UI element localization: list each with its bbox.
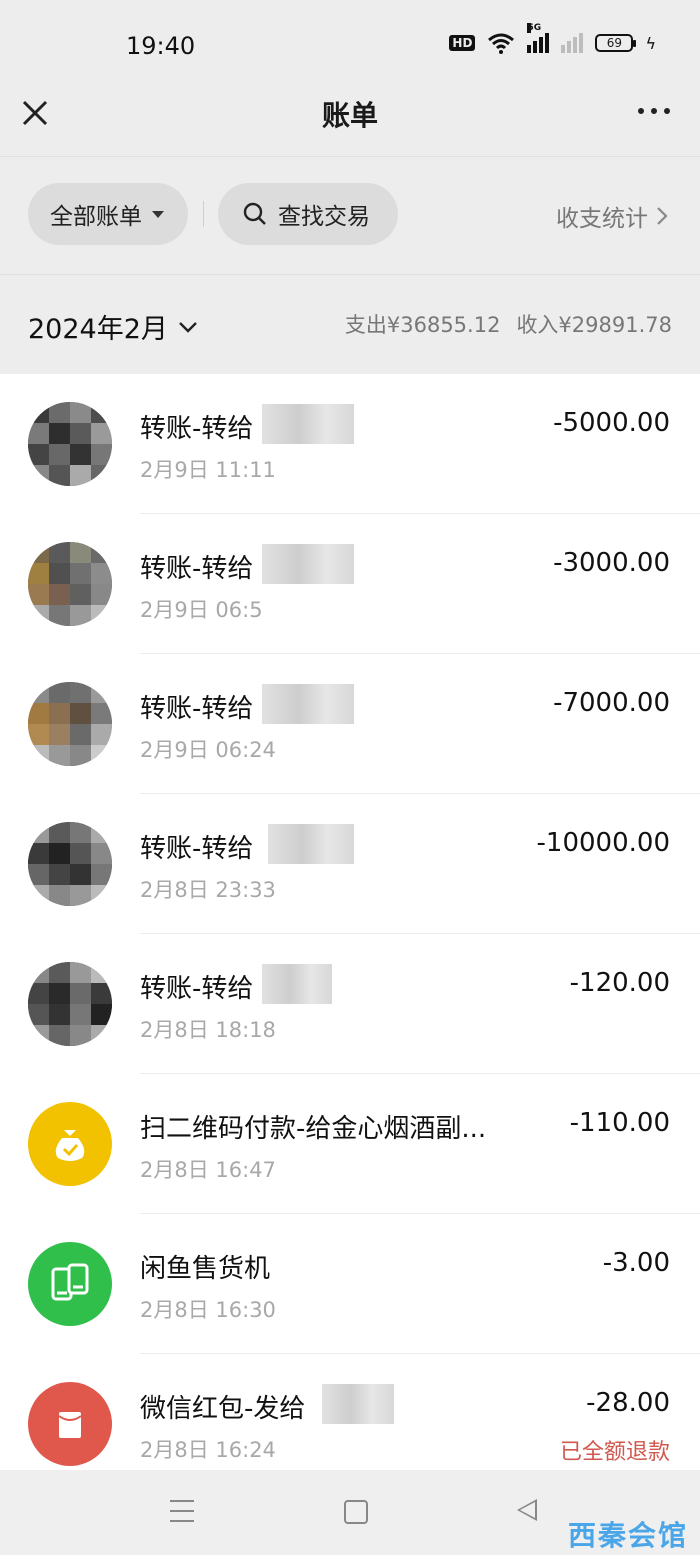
avatar [28,682,112,766]
home-icon[interactable] [344,1500,368,1524]
pixelated-avatar [28,682,112,766]
recent-apps-icon[interactable] [170,1500,194,1530]
transaction-amount: -5000.00 [553,408,670,438]
redacted-name [322,1384,394,1424]
redacted-name [262,684,354,724]
transaction-title: 转账-转给 [140,694,254,724]
transaction-title: 转账-转给 [140,414,254,444]
transaction-row[interactable]: 转账-转给 2月9日 11:11 -5000.00 [0,374,700,514]
transaction-title: 微信红包-发给 [140,1394,306,1424]
battery-level: 69 [606,36,623,50]
status-icons: HD 5G 69 ϟ [449,23,656,54]
avatar [28,542,112,626]
hd-voice-icon: HD [449,35,476,51]
wifi-icon [488,33,515,54]
transaction-date: 2月9日 06:24 [140,738,276,762]
status-time: 19:40 [126,32,196,60]
transaction-row[interactable]: 转账-转给 2月9日 06:5 -3000.00 [0,514,700,654]
month-selector[interactable]: 2024年2月 [28,307,198,346]
more-options-icon[interactable] [638,108,670,114]
search-icon [243,202,266,225]
title-bar: 账单 [0,88,700,154]
transaction-amount: -28.00 [586,1388,670,1418]
transaction-title: 扫二维码付款-给金心烟酒副... [140,1114,487,1144]
transaction-title: 闲鱼售货机 [140,1254,271,1284]
transaction-amount: -110.00 [569,1108,670,1138]
transaction-title: 转账-转给 [140,974,254,1004]
caret-down-icon [152,210,164,218]
transaction-date: 2月8日 18:18 [140,1018,276,1042]
filter-divider [203,201,204,227]
income-expense-stats-link[interactable]: 收支统计 [556,199,668,233]
income-total: 收入¥29891.78 [516,313,672,337]
transaction-date: 2月8日 23:33 [140,878,276,902]
transaction-title: 转账-转给 [140,554,254,584]
redacted-name [268,824,354,864]
redacted-name [262,964,332,1004]
transaction-row[interactable]: 闲鱼售货机 2月8日 16:30 -3.00 [0,1214,700,1354]
system-nav-bar: 西秦会馆 [0,1470,700,1555]
charging-bolt-icon: ϟ [645,33,656,53]
transaction-amount: -7000.00 [553,688,670,718]
transaction-row[interactable]: 转账-转给 2月8日 18:18 -120.00 [0,934,700,1074]
all-bills-filter-button[interactable]: 全部账单 [28,183,188,245]
chevron-right-icon [657,207,668,225]
redacted-name [262,544,354,584]
battery-icon: 69 [595,34,637,52]
all-bills-label: 全部账单 [50,204,142,230]
red-envelope-icon [28,1382,112,1466]
transaction-date: 2月9日 06:5 [140,598,263,622]
expense-total: 支出¥36855.12 [344,313,501,337]
transaction-date: 2月9日 11:11 [140,458,276,482]
vending-machine-glyph [51,1263,89,1301]
money-bag-icon [28,1102,112,1186]
redacted-name [262,404,354,444]
network-type-label: 5G [527,23,542,33]
transaction-list: 转账-转给 2月9日 11:11 -5000.00 转账-转给 2月9日 06:… [0,374,700,1470]
stats-label: 收支统计 [556,206,648,232]
transaction-date: 2月8日 16:30 [140,1298,276,1322]
transaction-amount: -3000.00 [553,548,670,578]
pixelated-avatar [28,822,112,906]
transaction-row[interactable]: 微信红包-发给 2月8日 16:24 -28.00 已全额退款 [0,1354,700,1470]
transaction-date: 2月8日 16:24 [140,1438,276,1462]
avatar [28,402,112,486]
search-label: 查找交易 [278,204,370,230]
avatar [28,962,112,1046]
transaction-row[interactable]: 转账-转给 2月9日 06:24 -7000.00 [0,654,700,794]
vending-machine-icon [28,1242,112,1326]
secondary-signal-icon [561,33,584,53]
month-totals: 支出¥36855.12 收入¥29891.78 [345,309,672,339]
watermark-logo: 西秦会馆 [567,1519,688,1552]
red-envelope-glyph [58,1412,82,1438]
month-label: 2024年2月 [28,314,168,345]
status-bar: 19:40 HD 5G 69 ϟ [0,0,700,88]
page-title: 账单 [321,99,378,132]
refund-status: 已全额退款 [559,1440,670,1465]
filter-bar: 全部账单 查找交易 收支统计 [0,156,700,275]
month-summary-bar: 2024年2月 支出¥36855.12 收入¥29891.78 [0,274,700,375]
transaction-amount: -120.00 [569,968,670,998]
pixelated-avatar [28,962,112,1046]
back-icon[interactable] [517,1499,537,1521]
cellular-signal-icon: 5G [527,23,550,53]
transaction-amount: -3.00 [602,1248,670,1278]
pixelated-avatar [28,542,112,626]
search-transactions-button[interactable]: 查找交易 [218,183,398,245]
transaction-row[interactable]: 转账-转给 2月8日 23:33 -10000.00 [0,794,700,934]
transaction-date: 2月8日 16:47 [140,1158,276,1182]
chevron-down-icon [179,321,197,333]
transaction-row[interactable]: 扫二维码付款-给金心烟酒副... 2月8日 16:47 -110.00 [0,1074,700,1214]
pixelated-avatar [28,402,112,486]
avatar [28,822,112,906]
money-bag-glyph [55,1130,85,1161]
transaction-amount: -10000.00 [536,828,670,858]
transaction-title: 转账-转给 [140,834,254,864]
